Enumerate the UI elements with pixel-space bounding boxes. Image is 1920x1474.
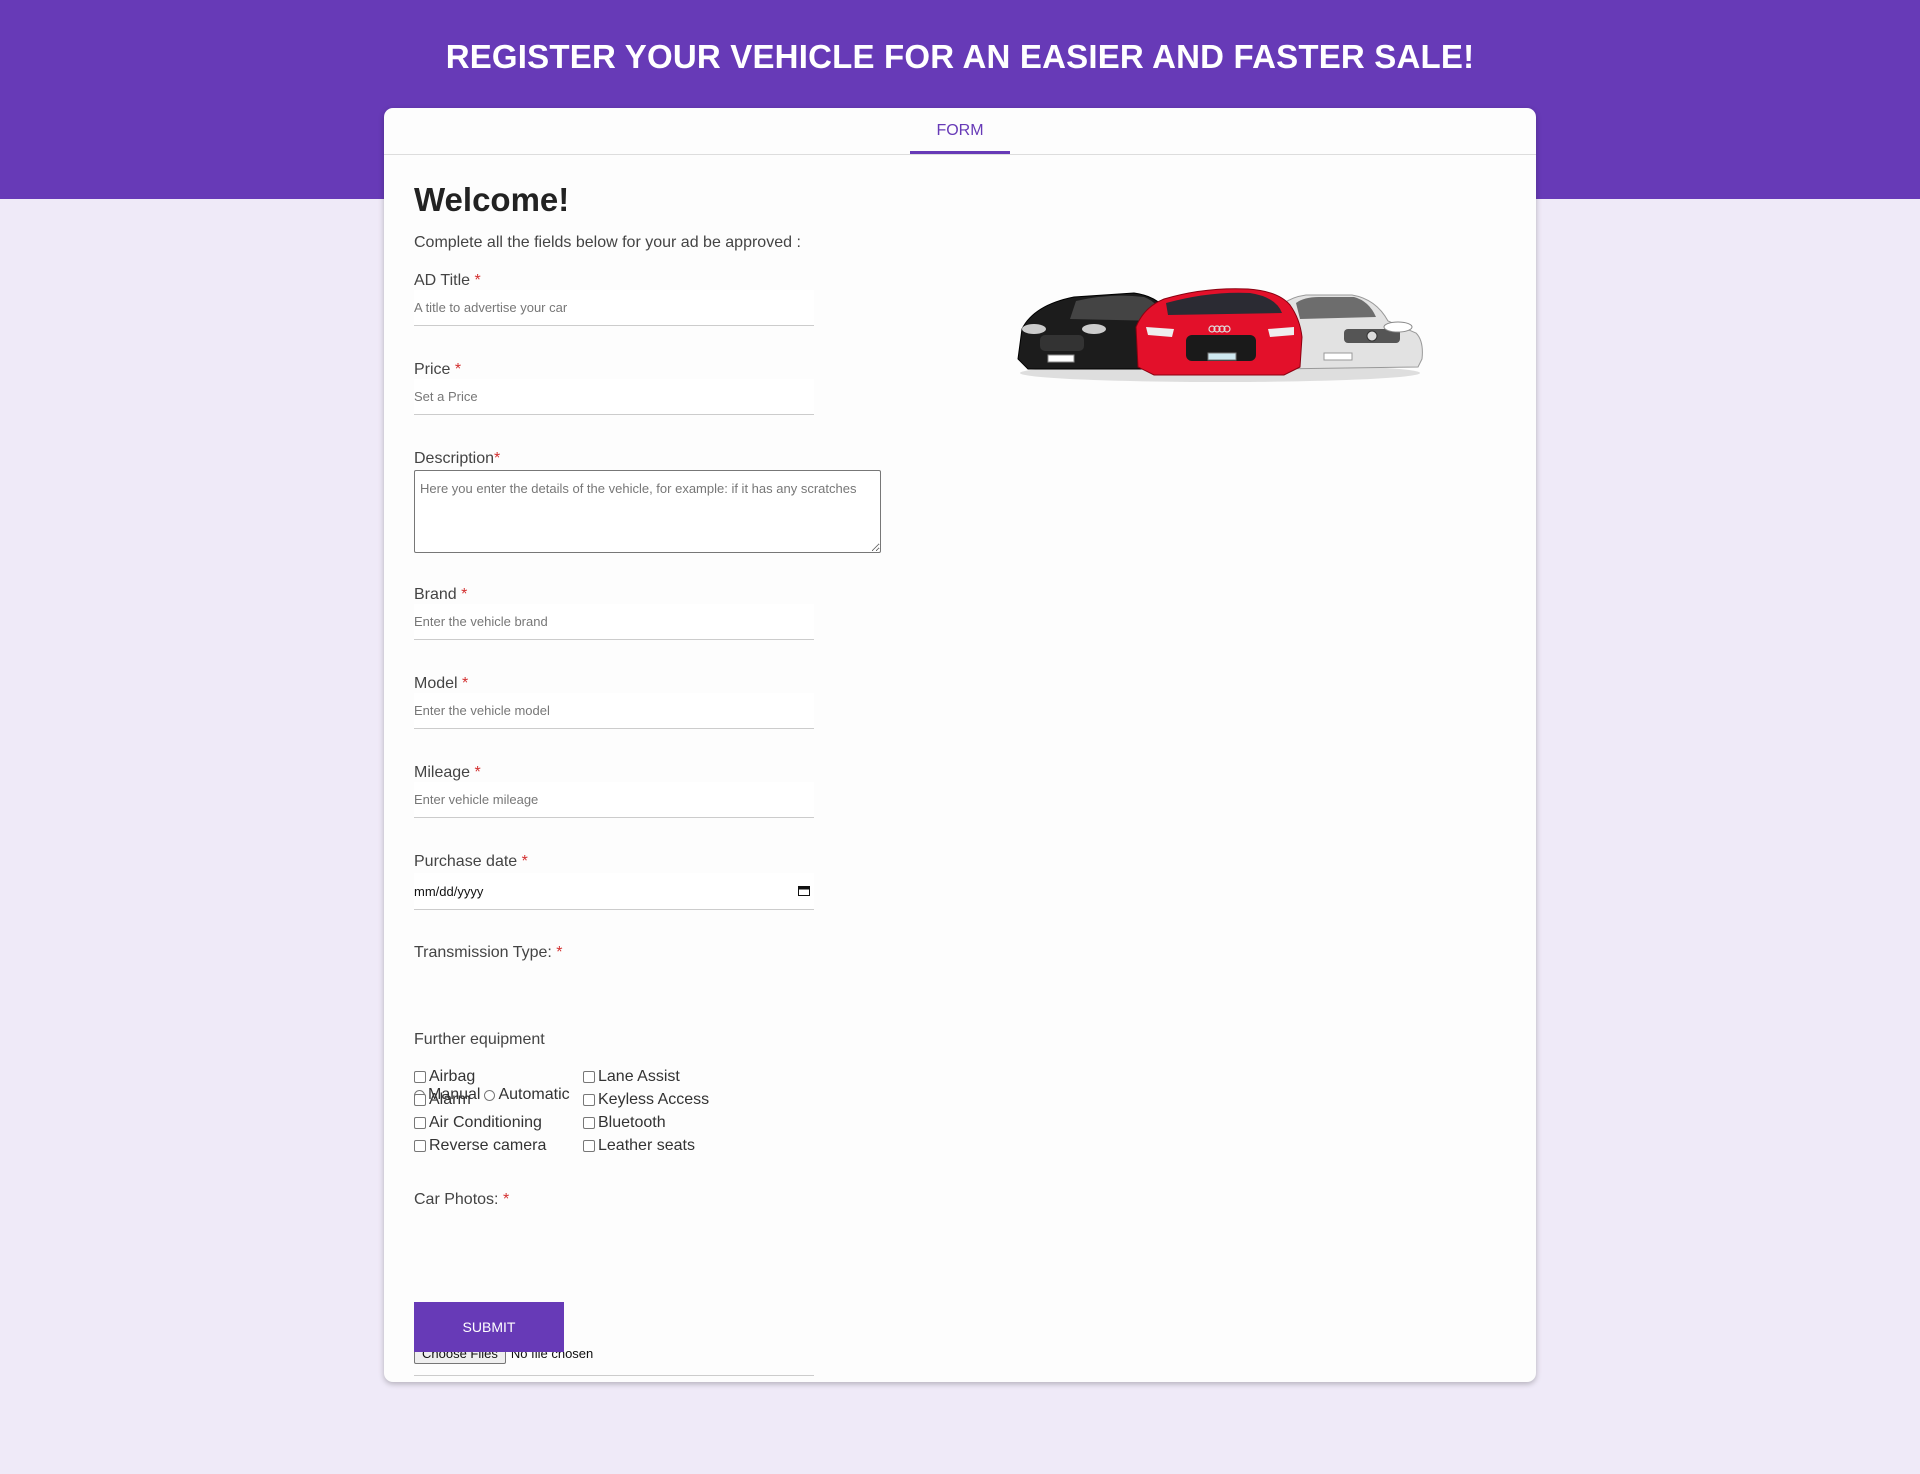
reverse-camera-checkbox[interactable] (414, 1140, 426, 1152)
equipment-airbag[interactable]: Airbag (414, 1068, 475, 1086)
air-conditioning-checkbox[interactable] (414, 1117, 426, 1129)
price-label: Price * (414, 361, 461, 379)
equipment-bluetooth[interactable]: Bluetooth (583, 1114, 666, 1132)
bluetooth-checkbox[interactable] (583, 1117, 595, 1129)
equipment-air-conditioning[interactable]: Air Conditioning (414, 1114, 542, 1132)
brand-label: Brand * (414, 586, 467, 604)
submit-button[interactable]: SUBMIT (414, 1302, 564, 1352)
ad-title-input[interactable] (414, 290, 814, 326)
price-input[interactable] (414, 379, 814, 415)
car-photos-label: Car Photos: * (414, 1191, 509, 1209)
mileage-input[interactable] (414, 782, 814, 818)
purchase-date-label-text: Purchase date (414, 853, 518, 870)
required-mark: * (502, 1191, 510, 1208)
lane-assist-checkbox[interactable] (583, 1071, 595, 1083)
description-textarea[interactable] (414, 470, 881, 553)
model-input[interactable] (414, 693, 814, 729)
ad-title-label-text: AD Title (414, 272, 471, 289)
alarm-label[interactable]: Alarm (429, 1091, 471, 1109)
mileage-label: Mileage * (414, 764, 481, 782)
air-conditioning-label[interactable]: Air Conditioning (429, 1114, 542, 1132)
required-mark: * (494, 450, 501, 467)
leather-seats-checkbox[interactable] (583, 1140, 595, 1152)
equipment-keyless-access[interactable]: Keyless Access (583, 1091, 709, 1109)
transmission-label-text: Transmission Type: (414, 944, 552, 961)
tab-bar: FORM (384, 108, 1536, 155)
required-mark: * (454, 361, 462, 378)
lane-assist-label[interactable]: Lane Assist (598, 1068, 680, 1086)
required-mark: * (474, 764, 481, 781)
purchase-date-label: Purchase date * (414, 853, 528, 871)
red-car (1135, 288, 1303, 376)
required-mark: * (461, 586, 468, 603)
reverse-camera-label[interactable]: Reverse camera (429, 1137, 546, 1155)
transmission-label: Transmission Type: * (414, 944, 563, 962)
airbag-label[interactable]: Airbag (429, 1068, 475, 1086)
equipment-reverse-camera[interactable]: Reverse camera (414, 1137, 546, 1155)
description-label-text: Description (414, 450, 495, 467)
keyless-access-checkbox[interactable] (583, 1094, 595, 1106)
required-mark: * (462, 675, 469, 692)
brand-input[interactable] (414, 604, 814, 640)
description-label: Description* (414, 450, 500, 468)
welcome-heading: Welcome! (414, 181, 570, 218)
model-label-text: Model (414, 675, 458, 692)
purchase-date-value: mm/dd/yyyy (414, 884, 484, 899)
alarm-checkbox[interactable] (414, 1094, 426, 1106)
price-label-text: Price (414, 361, 451, 378)
model-label: Model * (414, 675, 468, 693)
mileage-label-text: Mileage (414, 764, 471, 781)
equipment-alarm[interactable]: Alarm (414, 1091, 471, 1109)
equipment-label: Further equipment (414, 1031, 545, 1048)
required-mark: * (556, 944, 563, 961)
bluetooth-label[interactable]: Bluetooth (598, 1114, 666, 1132)
automatic-radio[interactable] (484, 1089, 496, 1101)
page-title: REGISTER YOUR VEHICLE FOR AN EASIER AND … (445, 38, 1475, 75)
required-mark: * (521, 853, 528, 870)
airbag-checkbox[interactable] (414, 1071, 426, 1083)
keyless-access-label[interactable]: Keyless Access (598, 1091, 709, 1109)
purchase-date-input[interactable]: mm/dd/yyyy (414, 873, 814, 910)
brand-label-text: Brand (414, 586, 457, 603)
form-card: FORM Welcome! Complete all the fields be… (384, 108, 1536, 1382)
required-mark: * (474, 272, 481, 289)
ad-title-label: AD Title * (414, 272, 481, 290)
car-photos-label-text: Car Photos: (414, 1191, 499, 1208)
leather-seats-label[interactable]: Leather seats (598, 1137, 695, 1155)
automatic-label[interactable]: Automatic (498, 1086, 569, 1104)
cars-image (1017, 288, 1423, 382)
intro-text: Complete all the fields below for your a… (414, 234, 801, 251)
equipment-leather-seats[interactable]: Leather seats (583, 1137, 695, 1155)
calendar-icon[interactable] (798, 885, 810, 896)
tab-form[interactable]: FORM (910, 108, 1010, 154)
equipment-lane-assist[interactable]: Lane Assist (583, 1068, 680, 1086)
